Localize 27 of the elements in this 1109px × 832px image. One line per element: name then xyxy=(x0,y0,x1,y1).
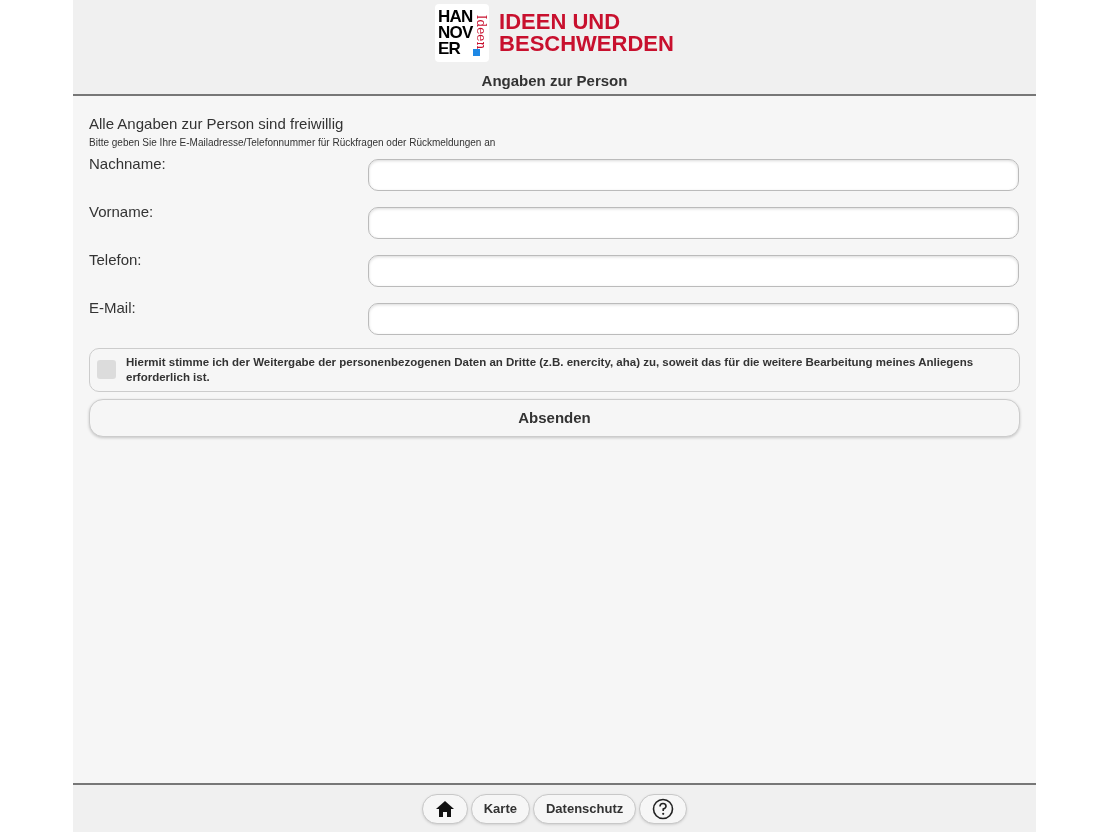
nav-button[interactable]: Datenschutz xyxy=(532,793,637,824)
consent-text: Hiermit stimme ich der Weitergabe der personenbezogenen Daten an Dritte (z.B. enercity, aha) zu, soweit das für die weitere Bearbeitung meines Anliegens erforderlich ist. xyxy=(126,355,975,385)
input-field[interactable] xyxy=(368,255,1019,287)
logo-text: HAN xyxy=(438,9,473,25)
logo-script-text: Ideen xyxy=(474,14,487,50)
intro-text: Alle Angaben zur Person sind freiwillig xyxy=(89,114,345,134)
field-label: Telefon: xyxy=(89,251,143,270)
brand-title: BESCHWERDEN xyxy=(499,33,674,55)
home-icon xyxy=(434,799,455,818)
home-button[interactable] xyxy=(421,793,468,824)
field-label: Vorname: xyxy=(89,203,155,222)
hint-text: Bitte geben Sie Ihre E-Mailadresse/Telefonnummer für Rückfragen oder Rückmeldungen an xyxy=(89,137,497,149)
input-field[interactable] xyxy=(368,159,1019,191)
field-label: E-Mail: xyxy=(89,299,137,318)
brand-title: IDEEN UND xyxy=(499,11,622,33)
input-field[interactable] xyxy=(368,207,1019,239)
nav-button[interactable]: Karte xyxy=(470,793,530,824)
page-title: Angaben zur Person xyxy=(481,71,628,91)
logo-text: ER xyxy=(438,41,461,57)
logo-text: NOV xyxy=(438,25,473,41)
checkbox[interactable] xyxy=(97,360,116,379)
help-button[interactable] xyxy=(639,793,688,824)
submit-button[interactable]: Absenden xyxy=(89,399,1020,437)
input-field[interactable] xyxy=(368,303,1019,335)
square-icon xyxy=(473,49,481,56)
help-icon xyxy=(652,797,675,820)
field-label: Nachname: xyxy=(89,155,167,174)
